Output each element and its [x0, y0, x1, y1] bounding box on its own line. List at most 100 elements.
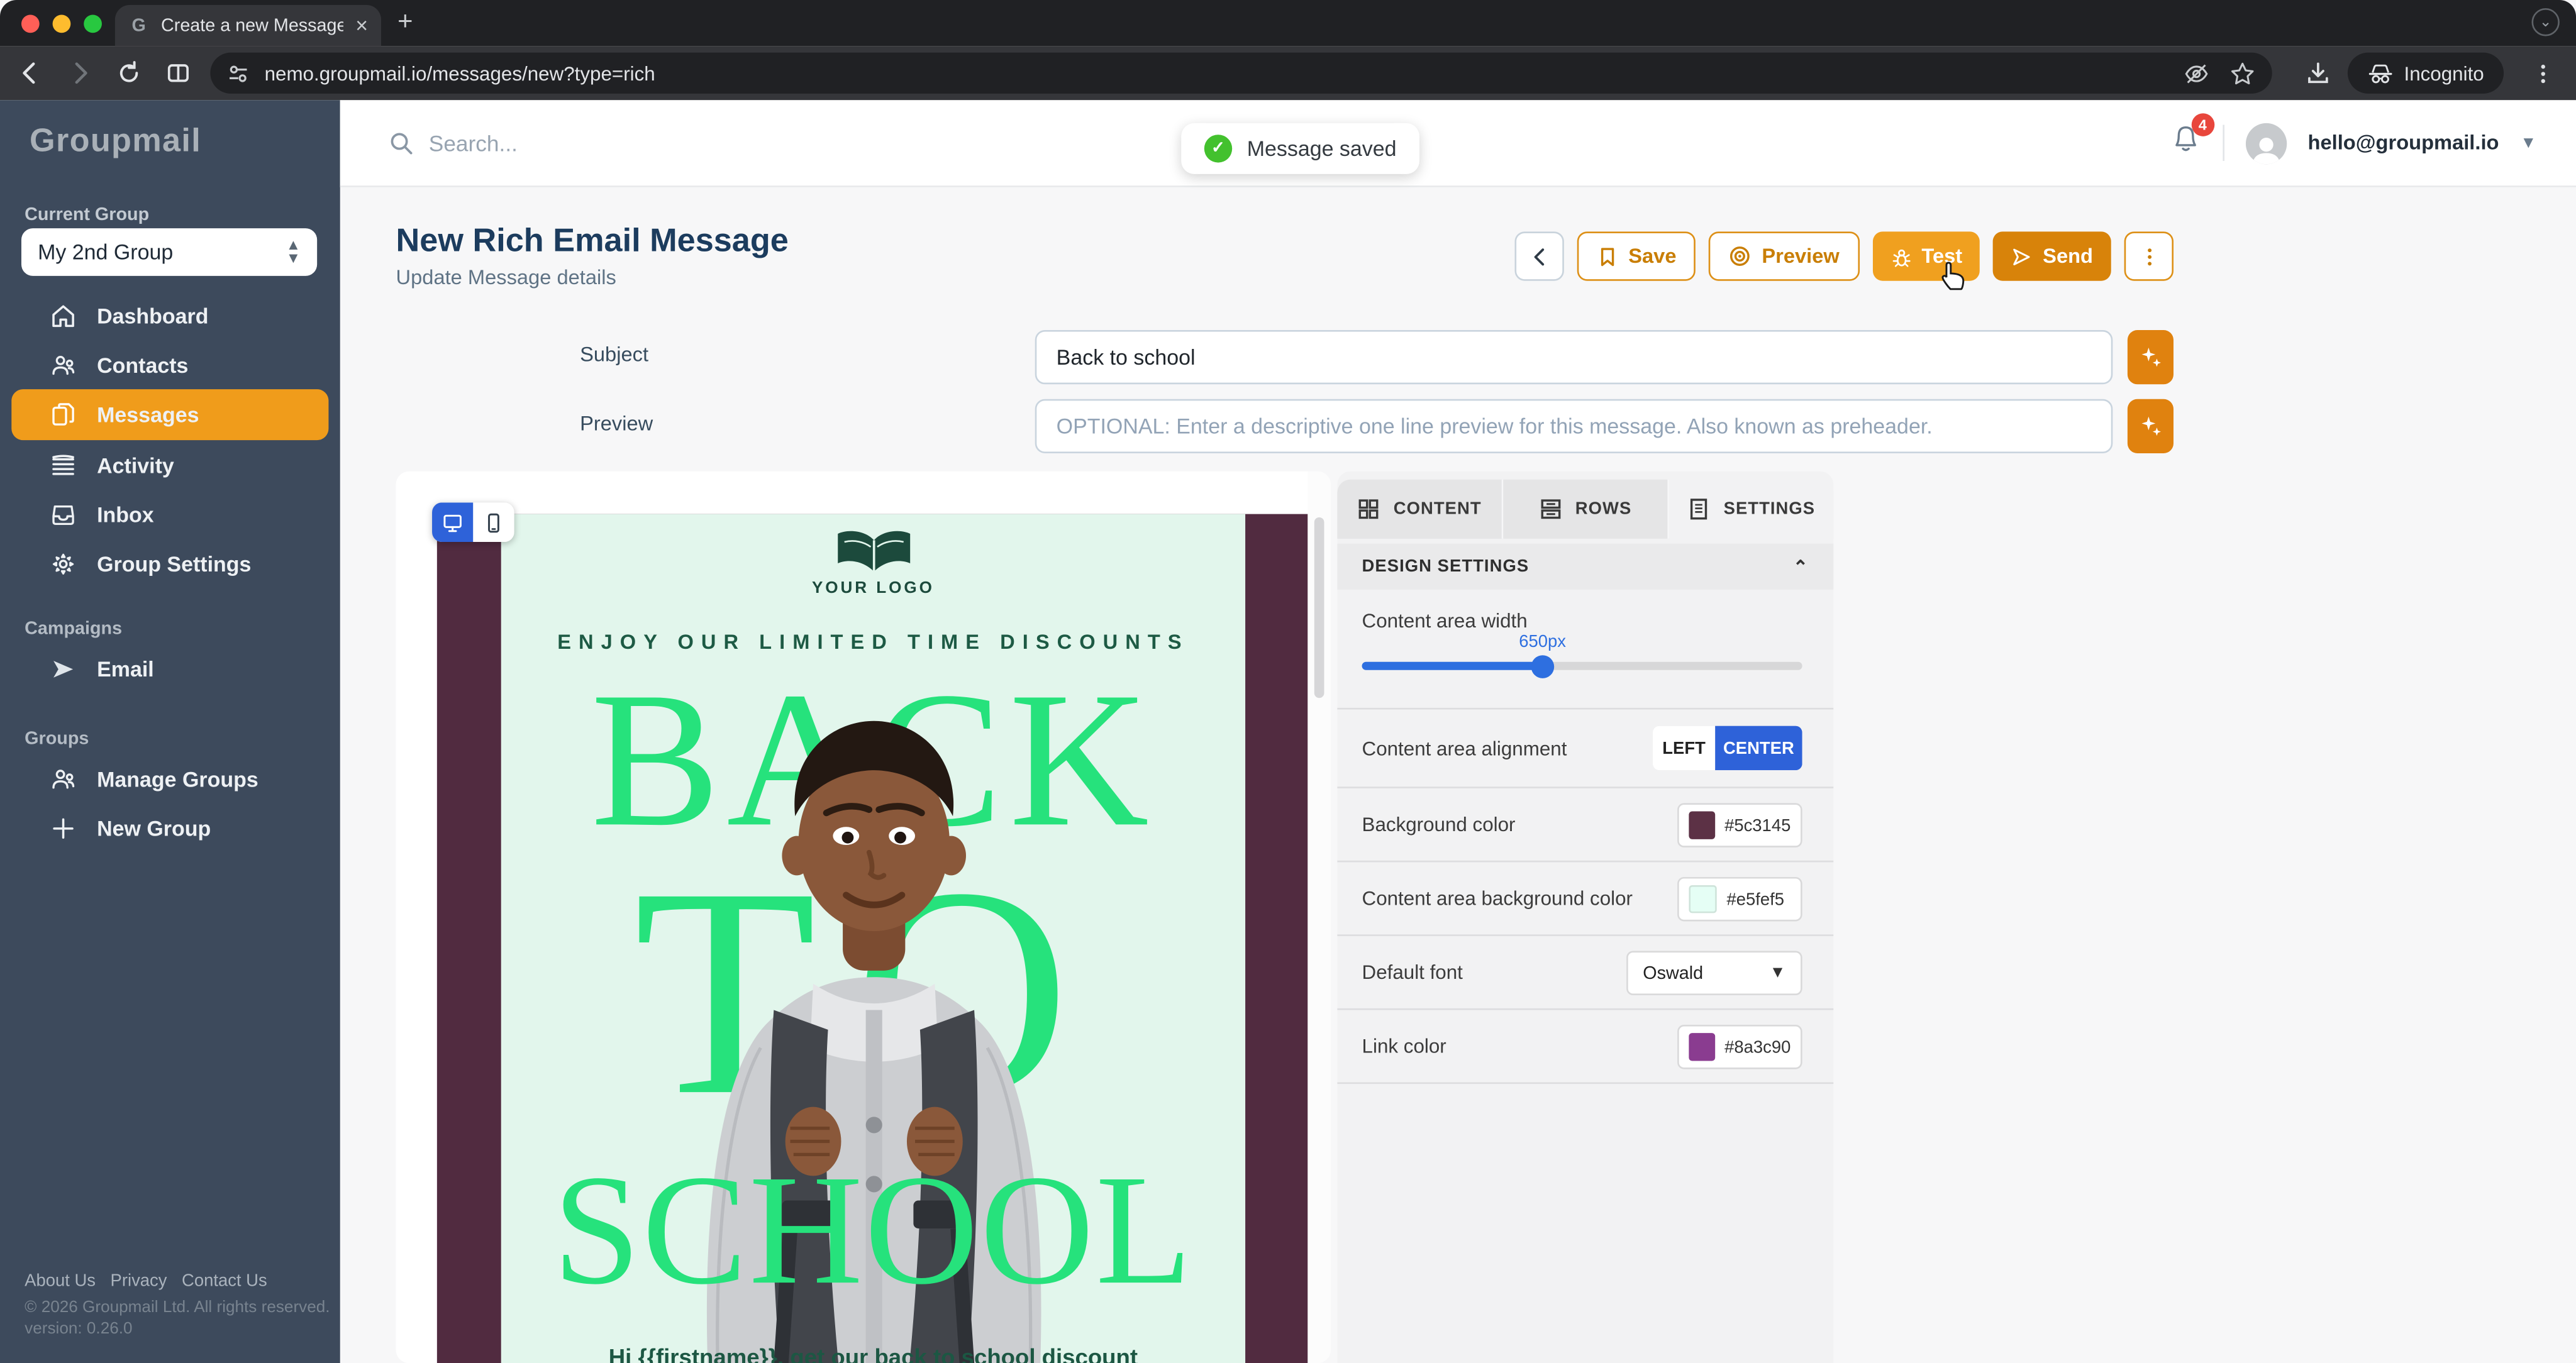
send-button[interactable]: Send	[1994, 231, 2111, 280]
tab-rows[interactable]: ROWS	[1503, 480, 1669, 539]
align-left-button[interactable]: LEFT	[1653, 726, 1715, 771]
email-preview-card: YOUR LOGO ENJOY OUR LIMITED TIME DISCOUN…	[396, 472, 1331, 1363]
user-menu-chevron-icon[interactable]: ▼	[2520, 134, 2536, 152]
content-bg-color-label: Content area background color	[1362, 887, 1633, 910]
slider-thumb[interactable]	[1531, 654, 1554, 678]
browser-tab[interactable]: G Create a new Message ×	[115, 5, 381, 46]
window-controls[interactable]	[21, 15, 102, 33]
close-window-button[interactable]	[21, 15, 40, 33]
footer-link-contact[interactable]: Contact Us	[182, 1271, 267, 1291]
test-button[interactable]: Test	[1872, 231, 1980, 280]
bookmark-star-icon[interactable]	[2230, 60, 2257, 86]
campaigns-section-label: Campaigns	[0, 619, 340, 639]
tab-settings[interactable]: SETTINGS	[1669, 480, 1833, 539]
sidebar-item-dashboard[interactable]: Dashboard	[0, 290, 340, 339]
send-icon	[2012, 246, 2033, 267]
new-tab-button[interactable]: +	[397, 8, 413, 38]
sidebar-item-label: Email	[97, 656, 154, 681]
sidebar-item-activity[interactable]: Activity	[0, 440, 340, 489]
link-color-swatch[interactable]	[1689, 1033, 1714, 1061]
content-bg-color-row: Content area background color #e5fef5	[1337, 862, 1833, 936]
app-window: Groupmail Current Group My 2nd Group ▲▼ …	[0, 100, 2576, 1363]
preview-button[interactable]: Preview	[1709, 231, 1859, 280]
collapse-chevron-icon[interactable]: ⌃	[1793, 556, 1809, 577]
sidebar-item-contacts[interactable]: Contacts	[0, 340, 340, 389]
background-color-row: Background color #5c3145	[1337, 788, 1833, 863]
sidebar-item-group-settings[interactable]: Group Settings	[0, 539, 340, 588]
default-font-select[interactable]: Oswald ▼	[1626, 951, 1802, 995]
desktop-view-button[interactable]	[432, 502, 473, 542]
tab-label: CONTENT	[1394, 499, 1482, 519]
page-subtitle: Update Message details	[396, 266, 616, 289]
page-title: New Rich Email Message	[396, 223, 789, 261]
address-bar[interactable]: nemo.groupmail.io/messages/new?type=rich	[210, 53, 2272, 94]
preview-input[interactable]	[1035, 399, 2113, 453]
reload-icon[interactable]	[108, 53, 148, 93]
subject-ai-button[interactable]	[2128, 330, 2174, 384]
tab-search-icon[interactable]: ⌄	[2531, 8, 2559, 36]
preview-scrollbar[interactable]	[1307, 472, 1331, 1363]
sidebar-item-email[interactable]: Email	[0, 644, 340, 693]
browser-menu-icon[interactable]	[2523, 53, 2563, 93]
content-width-slider[interactable]: 650px	[1362, 662, 1802, 670]
minimize-window-button[interactable]	[53, 15, 71, 33]
link-color-picker[interactable]: #8a3c90	[1677, 1025, 1802, 1069]
password-eye-off-icon[interactable]	[2184, 60, 2210, 86]
scrollbar-thumb[interactable]	[1314, 517, 1324, 698]
subject-input[interactable]	[1035, 330, 2113, 384]
avatar[interactable]	[2245, 123, 2286, 163]
group-select[interactable]: My 2nd Group ▲▼	[21, 228, 317, 276]
back-icon[interactable]	[10, 53, 50, 93]
more-actions-button[interactable]	[2124, 231, 2174, 280]
design-settings-header[interactable]: DESIGN SETTINGS ⌃	[1337, 544, 1833, 590]
device-toggle	[432, 502, 514, 542]
background-color-picker[interactable]: #5c3145	[1677, 803, 1802, 847]
forward-icon[interactable]	[59, 53, 99, 93]
site-settings-icon[interactable]	[226, 62, 250, 85]
preview-ai-button[interactable]	[2128, 399, 2174, 453]
back-button[interactable]	[1515, 231, 1564, 280]
groupmail-logo[interactable]: Groupmail	[30, 123, 201, 161]
footer-link-privacy[interactable]: Privacy	[111, 1271, 167, 1291]
sidebar-item-messages[interactable]: Messages	[11, 389, 328, 440]
tab-close-icon[interactable]: ×	[355, 15, 368, 36]
tab-title: Create a new Message	[161, 16, 344, 35]
notifications-button[interactable]: 4	[2170, 123, 2201, 163]
save-button[interactable]: Save	[1577, 231, 1696, 280]
inbox-icon	[49, 500, 77, 527]
incognito-icon	[2368, 62, 2394, 85]
screen: G Create a new Message × + ⌄ nemo.groupm…	[0, 0, 2576, 1363]
default-font-row: Default font Oswald ▼	[1337, 936, 1833, 1010]
person-icon	[2248, 136, 2283, 163]
content-bg-color-picker[interactable]: #e5fef5	[1677, 877, 1802, 922]
sidebar-item-manage-groups[interactable]: Manage Groups	[0, 754, 340, 803]
browser-tab-strip: G Create a new Message × + ⌄	[0, 0, 2576, 46]
email-canvas[interactable]: YOUR LOGO ENJOY OUR LIMITED TIME DISCOUN…	[437, 514, 1307, 1363]
maximize-window-button[interactable]	[84, 15, 102, 33]
url-text[interactable]: nemo.groupmail.io/messages/new?type=rich	[265, 62, 2169, 85]
footer-link-about[interactable]: About Us	[25, 1271, 96, 1291]
user-email[interactable]: hello@groupmail.io	[2308, 131, 2499, 155]
incognito-label: Incognito	[2404, 62, 2484, 85]
sparkles-icon	[2138, 345, 2163, 370]
align-center-button[interactable]: CENTER	[1715, 726, 1802, 771]
content-bg-color-swatch[interactable]	[1689, 885, 1716, 913]
groups-section-label: Groups	[0, 729, 340, 749]
split-view-icon[interactable]	[158, 53, 197, 93]
sidebar-item-inbox[interactable]: Inbox	[0, 489, 340, 538]
background-color-swatch[interactable]	[1689, 811, 1714, 839]
group-select-value: My 2nd Group	[38, 240, 173, 264]
people-icon	[49, 764, 77, 792]
mobile-view-button[interactable]	[473, 502, 514, 542]
sidebar-item-new-group[interactable]: New Group	[0, 803, 340, 852]
content-width-value: 650px	[1519, 632, 1566, 652]
download-icon[interactable]	[2299, 53, 2338, 93]
preview-icon	[1729, 245, 1752, 268]
tab-content[interactable]: CONTENT	[1337, 480, 1503, 539]
tab-label: SETTINGS	[1724, 499, 1816, 519]
search-input[interactable]: Search...	[387, 130, 517, 156]
sidebar-item-label: Manage Groups	[97, 766, 258, 791]
email-content-area[interactable]: YOUR LOGO ENJOY OUR LIMITED TIME DISCOUN…	[501, 514, 1245, 1363]
select-chevrons-icon: ▲▼	[286, 240, 301, 264]
alignment-toggle: LEFT CENTER	[1653, 726, 1802, 771]
